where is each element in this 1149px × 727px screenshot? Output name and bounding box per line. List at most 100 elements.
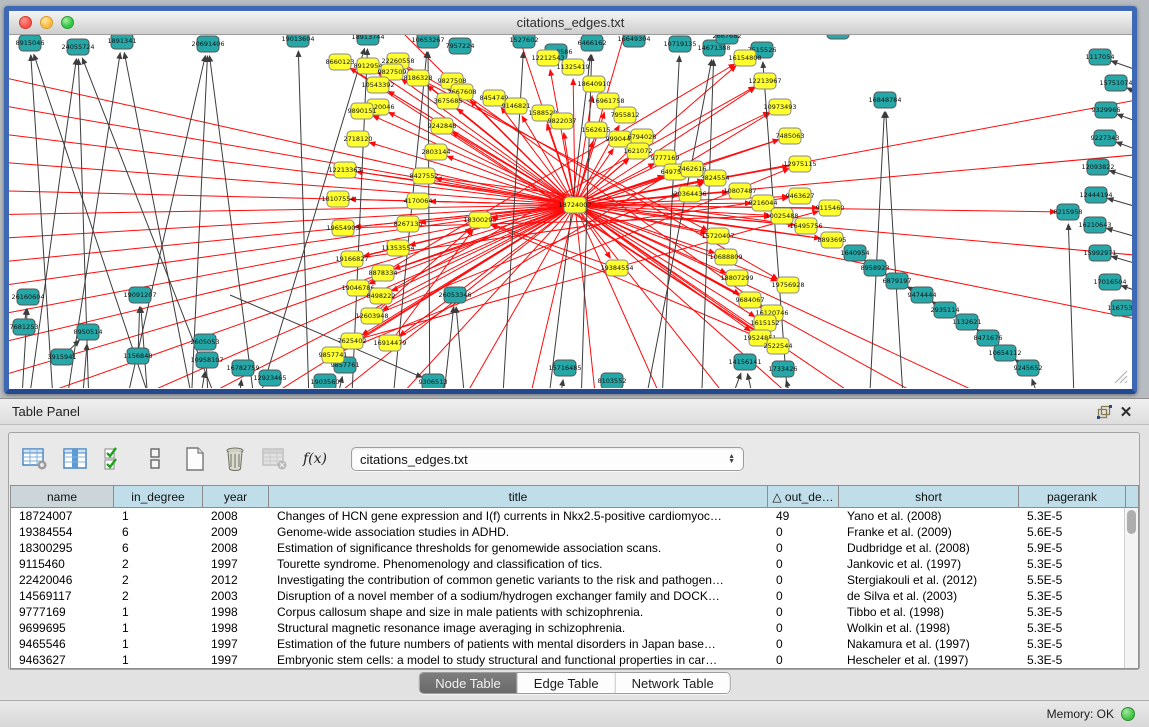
graph-node[interactable]: 16495756 <box>789 218 822 234</box>
graph-node[interactable]: 1733426 <box>769 361 798 377</box>
graph-node[interactable]: 19166827 <box>335 251 368 267</box>
graph-node[interactable]: 10719135 <box>663 36 696 52</box>
table-row[interactable]: 1872400712008Changes of HCN gene express… <box>11 508 1138 524</box>
graph-node[interactable]: 9329966 <box>1092 102 1121 118</box>
graph-node[interactable]: 8813054 <box>824 35 853 39</box>
window-titlebar[interactable]: citations_edges.txt <box>9 11 1132 35</box>
graph-node[interactable]: 2522544 <box>764 338 793 354</box>
graph-node[interactable]: 8215958 <box>1054 204 1083 220</box>
graph-node[interactable]: 15992971 <box>1083 245 1116 261</box>
graph-node[interactable]: 17016504 <box>1093 274 1126 290</box>
table-settings-icon[interactable] <box>21 445 49 473</box>
resize-grip-icon[interactable] <box>1113 369 1129 385</box>
column-header-pagerank[interactable]: pagerank <box>1019 486 1126 507</box>
column-header-title[interactable]: title <box>269 486 768 507</box>
close-panel-icon[interactable]: ✕ <box>1115 402 1137 422</box>
row-height-icon[interactable] <box>141 445 169 473</box>
graph-node[interactable]: 8958923 <box>861 260 890 276</box>
close-window-icon[interactable] <box>19 16 32 29</box>
graph-node[interactable]: 20691406 <box>191 36 224 52</box>
graph-node[interactable]: 2667682 <box>713 35 742 44</box>
graph-node[interactable]: 3675685 <box>434 93 463 109</box>
graph-node[interactable]: 7625402 <box>338 333 367 349</box>
graph-node[interactable]: 1132621 <box>953 314 982 330</box>
graph-node[interactable]: 15751074 <box>1099 75 1132 91</box>
graph-node[interactable]: 4170064 <box>404 193 433 209</box>
graph-node[interactable]: 2803144 <box>422 144 451 160</box>
delete-columns-icon[interactable] <box>221 445 249 473</box>
graph-node[interactable]: 3915941 <box>48 349 77 365</box>
tab-node-table[interactable]: Node Table <box>419 673 518 693</box>
graph-node[interactable]: 12975115 <box>783 156 816 172</box>
column-header-in_degree[interactable]: in_degree <box>114 486 203 507</box>
show-columns-icon[interactable] <box>61 445 89 473</box>
column-header-name[interactable]: name <box>11 486 114 507</box>
graph-node[interactable]: 8103552 <box>598 373 627 388</box>
graph-node[interactable]: 7955812 <box>611 107 640 123</box>
graph-node[interactable]: 9890151 <box>348 103 377 119</box>
graph-node[interactable]: 19756928 <box>771 277 804 293</box>
graph-node[interactable]: 6879197 <box>883 273 912 289</box>
graph-node[interactable]: 9115460 <box>816 200 845 216</box>
graph-node[interactable]: 8186328 <box>404 70 433 86</box>
graph-node[interactable]: 1156848 <box>124 348 153 364</box>
delete-table-icon[interactable] <box>261 445 289 473</box>
column-header-year[interactable]: year <box>203 486 269 507</box>
table-row[interactable]: 1456911722003Disruption of a novel membe… <box>11 588 1138 604</box>
citation-network-graph[interactable]: 8915046240557241891341206914061901360418… <box>9 35 1132 388</box>
graph-node[interactable]: 1891341 <box>108 35 137 49</box>
graph-node[interactable]: 18640910 <box>577 76 610 92</box>
graph-node[interactable]: 9242848 <box>428 118 457 134</box>
table-row[interactable]: 1830029562008Estimation of significance … <box>11 540 1138 556</box>
column-header-out_de[interactable]: △ out_de… <box>768 486 839 507</box>
graph-node[interactable]: 12213967 <box>748 73 781 89</box>
graph-node[interactable]: 1621072 <box>624 143 653 159</box>
graph-node[interactable]: 1167531 <box>1108 300 1132 316</box>
graph-node[interactable]: 2718120 <box>344 131 373 147</box>
graph-node[interactable]: 16649304 <box>617 35 650 47</box>
graph-node[interactable]: 7957224 <box>446 38 475 54</box>
graph-node[interactable]: 8878334 <box>369 265 398 281</box>
graph-node[interactable]: 16914479 <box>373 335 406 351</box>
tab-edge-table[interactable]: Edge Table <box>518 673 616 693</box>
graph-node[interactable]: 18107554 <box>321 191 354 207</box>
graph-node[interactable]: 1903560 <box>311 374 340 388</box>
graph-node[interactable]: 8267130 <box>394 216 423 232</box>
graph-node[interactable]: 9463627 <box>786 188 815 204</box>
graph-node[interactable]: 9474444 <box>908 287 937 303</box>
graph-node[interactable]: 9684067 <box>736 292 765 308</box>
graph-node[interactable]: 9146821 <box>502 98 531 114</box>
table-row[interactable]: 2242004622012Investigating the contribut… <box>11 572 1138 588</box>
graph-node[interactable]: 2935114 <box>931 302 960 318</box>
table-scrollbar[interactable] <box>1124 508 1138 669</box>
graph-node[interactable]: 11353554 <box>381 240 414 256</box>
graph-node[interactable]: 10688809 <box>709 249 742 265</box>
graph-node[interactable]: 1615152 <box>751 315 780 331</box>
table-selector-dropdown[interactable]: citations_edges.txt ▲▼ <box>351 447 744 471</box>
table-row[interactable]: 946362711997Embryonic stem cells: a mode… <box>11 652 1138 668</box>
graph-node[interactable]: 18913744 <box>351 35 384 45</box>
tab-network-table[interactable]: Network Table <box>616 673 730 693</box>
graph-node[interactable]: 8427552 <box>410 168 439 184</box>
graph-node[interactable]: 26160604 <box>11 289 44 305</box>
graph-node[interactable]: 16848784 <box>868 92 901 108</box>
graph-node[interactable]: 10654112 <box>988 345 1021 361</box>
graph-node[interactable]: 12093822 <box>1081 159 1114 175</box>
graph-node[interactable]: 7485063 <box>776 128 805 144</box>
scrollbar-thumb[interactable] <box>1127 510 1136 534</box>
graph-node[interactable]: 8893695 <box>818 232 847 248</box>
graph-node[interactable]: 10958107 <box>190 352 223 368</box>
graph-node[interactable]: 10807487 <box>723 183 756 199</box>
graph-node[interactable]: 9245652 <box>1014 360 1043 376</box>
minimize-window-icon[interactable] <box>40 16 53 29</box>
graph-node[interactable]: 6466162 <box>578 35 607 51</box>
zoom-window-icon[interactable] <box>61 16 74 29</box>
graph-node[interactable]: 12213363 <box>328 162 361 178</box>
create-column-icon[interactable] <box>181 445 209 473</box>
graph-node[interactable]: 14156141 <box>728 354 761 370</box>
graph-node[interactable]: 1117054 <box>1086 49 1115 65</box>
table-row[interactable]: 911546021997Tourette syndrome. Phenomeno… <box>11 556 1138 572</box>
graph-node[interactable]: 1527602 <box>510 35 539 48</box>
graph-node[interactable]: 2605053 <box>191 334 220 350</box>
graph-node[interactable]: 24055724 <box>61 39 94 55</box>
